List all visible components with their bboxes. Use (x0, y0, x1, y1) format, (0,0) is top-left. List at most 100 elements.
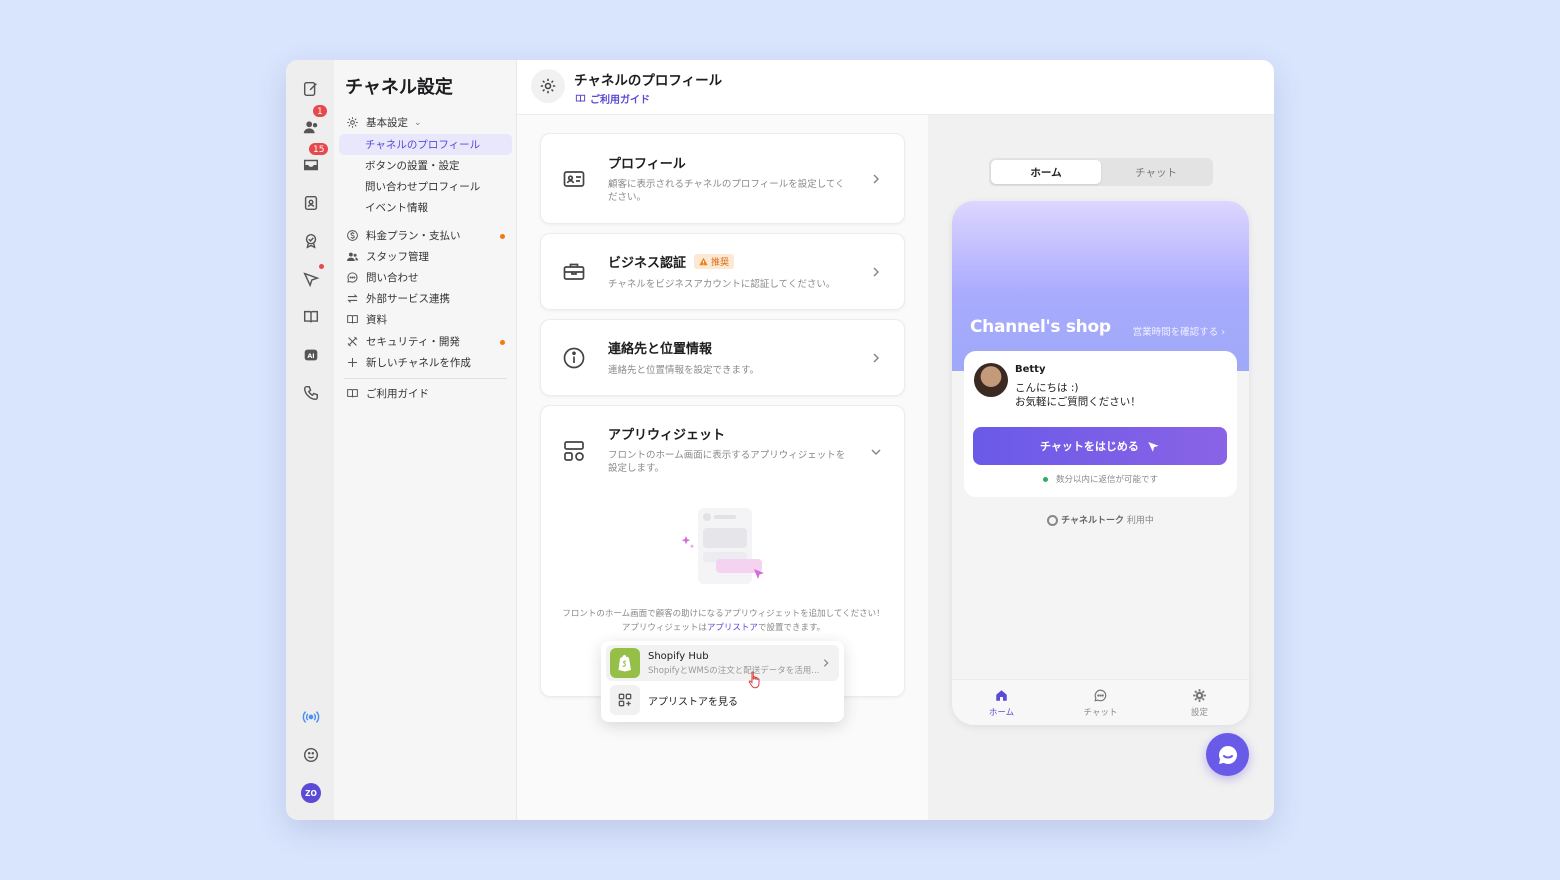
rail-compose-icon[interactable] (298, 76, 324, 102)
nav-item-label: セキュリティ・開発 (366, 336, 460, 348)
profile-desc: 顧客に表示されるチャネルのプロフィールを設定してください。 (608, 179, 845, 203)
nav-item-label: 料金プラン・支払い (366, 230, 461, 242)
nav-item-integrations[interactable]: 外部サービス連携 (339, 288, 512, 309)
phone-mockup: Channel's shop 営業時間を確認する › Betty こんにちは :… (952, 201, 1249, 725)
appstore-link[interactable]: アプリストア (707, 623, 758, 633)
nav-divider (344, 378, 507, 379)
id-card-icon (561, 166, 587, 192)
contact-location-card[interactable]: 連絡先と位置情報 連絡先と位置情報を設定できます。 (540, 319, 905, 396)
rail-smile-icon[interactable] (298, 742, 324, 768)
widget-title: アプリウィジェット (608, 428, 726, 443)
nav-item-label: ご利用ガイド (366, 388, 429, 400)
chevron-right-icon: › (1221, 327, 1225, 338)
nav-item-label: 資料 (366, 314, 387, 326)
channel-launcher-button[interactable] (1206, 733, 1249, 776)
tabbar-label: ホーム (988, 707, 1015, 718)
business-verification-card[interactable]: ビジネス認証 推奨 チャネルをビジネスアカウントに認証してください。 (540, 233, 905, 310)
powered-suffix: 利用中 (1126, 516, 1154, 526)
avatar-initials: ZO (301, 783, 321, 803)
business-title: ビジネス認証 推奨 (608, 252, 735, 271)
nav-sub-channel-profile[interactable]: チャネルのプロフィール (339, 134, 512, 155)
nav-item-inquiries[interactable]: 問い合わせ (339, 267, 512, 288)
book-icon (345, 313, 359, 327)
nav-item-billing[interactable]: 料金プラン・支払い (339, 225, 512, 246)
hours-link-label: 営業時間を確認する (1132, 327, 1219, 338)
rail-send-icon[interactable] (298, 264, 324, 292)
tab-home[interactable]: ホーム (991, 160, 1101, 184)
user-avatar[interactable]: ZO (298, 780, 324, 806)
start-chat-button[interactable]: チャットをはじめる (973, 427, 1227, 465)
nav-item-documents[interactable]: 資料 (339, 309, 512, 330)
view-appstore-option[interactable]: アプリストアを見る (606, 682, 839, 718)
gear-icon (345, 116, 359, 130)
rail-broadcast-icon[interactable] (298, 704, 324, 730)
empty-state-line2: アプリウィジェットはアプリストアで設置できます。 (541, 621, 906, 635)
powered-by: チャネルトーク 利用中 (952, 513, 1249, 526)
guide-link-label: ご利用ガイド (590, 95, 650, 106)
rail-contacts-icon[interactable]: 1 (298, 104, 328, 140)
rail-phone-icon[interactable] (298, 380, 324, 406)
nav-item-guide[interactable]: ご利用ガイド (339, 383, 512, 404)
nav-group-basic[interactable]: 基本設定 ⌄ (339, 112, 512, 133)
business-hours-link[interactable]: 営業時間を確認する › (1133, 324, 1225, 338)
empty-state-line1: フロントのホーム画面で顧客の助けになるアプリウィジェットを追加してください！ (562, 609, 885, 619)
send-icon (1148, 441, 1159, 452)
nav-sub-event-info[interactable]: イベント情報 (339, 197, 512, 218)
shopify-icon (610, 648, 640, 678)
tab-chat[interactable]: チャット (1101, 160, 1211, 184)
rail-badge-check-icon[interactable] (298, 228, 324, 254)
widget-desc: フロントのホーム画面に表示するアプリウィジェットを設定します。 (608, 450, 846, 474)
nav-sub-label: 問い合わせプロフィール (365, 181, 481, 193)
message-line: お気軽にご質問ください！ (1015, 396, 1141, 408)
welcome-message: こんにちは :) お気軽にご質問ください！ (1015, 381, 1141, 409)
tabbar-label: チャット (1083, 707, 1118, 718)
badge-label: 推奨 (711, 258, 730, 268)
nav-item-staff[interactable]: スタッフ管理 (339, 246, 512, 267)
nav-item-security[interactable]: セキュリティ・開発 (339, 331, 512, 352)
chevron-right-icon (873, 267, 880, 277)
profile-card[interactable]: プロフィール 顧客に表示されるチャネルのプロフィールを設定してください。 (540, 133, 905, 224)
nav-sub-label: イベント情報 (365, 202, 428, 214)
tools-icon (345, 335, 359, 349)
widget-layout-icon (561, 438, 587, 464)
rail-book-icon[interactable] (298, 304, 324, 330)
contact-title: 連絡先と位置情報 (608, 342, 713, 357)
tabbar-label: 設定 (1190, 707, 1208, 718)
chevron-down-icon[interactable] (870, 446, 882, 458)
guide-link[interactable]: ご利用ガイド (575, 91, 650, 106)
inbox-badge: 15 (308, 142, 330, 156)
tabbar-home[interactable]: ホーム (952, 680, 1051, 725)
nav-sub-inquiry-profile[interactable]: 問い合わせプロフィール (339, 176, 512, 197)
phone-hero (952, 201, 1249, 371)
powered-brand: チャネルトーク (1061, 516, 1125, 526)
recommended-badge: 推奨 (694, 254, 735, 269)
tabbar-chat[interactable]: チャット (1051, 680, 1150, 725)
home-icon (996, 689, 1007, 701)
nav-sub-button-setup[interactable]: ボタンの設置・設定 (339, 155, 512, 176)
warning-icon (699, 257, 708, 266)
chevron-right-icon (823, 659, 829, 667)
profile-title: プロフィール (608, 157, 686, 172)
welcome-message-card: Betty こんにちは :) お気軽にご質問ください！ チャットをはじめる 数分… (964, 351, 1237, 497)
gear-icon (1193, 688, 1206, 702)
page-header: チャネルのプロフィール ご利用ガイド (517, 60, 1274, 115)
nav-item-label: 新しいチャネルを作成 (366, 357, 471, 369)
nav-item-new-channel[interactable]: 新しいチャネルを作成 (339, 352, 512, 373)
reply-time-label: 数分以内に返信が可能です (1055, 475, 1158, 485)
shopify-hub-option[interactable]: Shopify Hub ShopifyとWMSの注文と配送データを活用... (606, 645, 839, 681)
tabbar-settings[interactable]: 設定 (1150, 680, 1249, 725)
nav-group-basic-label: 基本設定 (366, 117, 408, 129)
gear-icon (531, 69, 565, 103)
empty-text-post: で設置できます。 (757, 623, 826, 633)
online-dot (1042, 477, 1048, 482)
shopify-name: Shopify Hub (648, 650, 709, 662)
rail-ai-icon[interactable]: AI (298, 342, 324, 368)
users-icon (345, 250, 359, 264)
nav-title: チャネル設定 (345, 77, 453, 98)
business-title-label: ビジネス認証 (608, 256, 687, 271)
chat-launcher-icon (1218, 745, 1237, 764)
rail-contact-book-icon[interactable] (298, 190, 324, 216)
page-title: チャネルのプロフィール (574, 73, 723, 89)
reply-time-status: 数分以内に返信が可能です (964, 473, 1237, 485)
rail-inbox-icon[interactable]: 15 (298, 142, 330, 178)
